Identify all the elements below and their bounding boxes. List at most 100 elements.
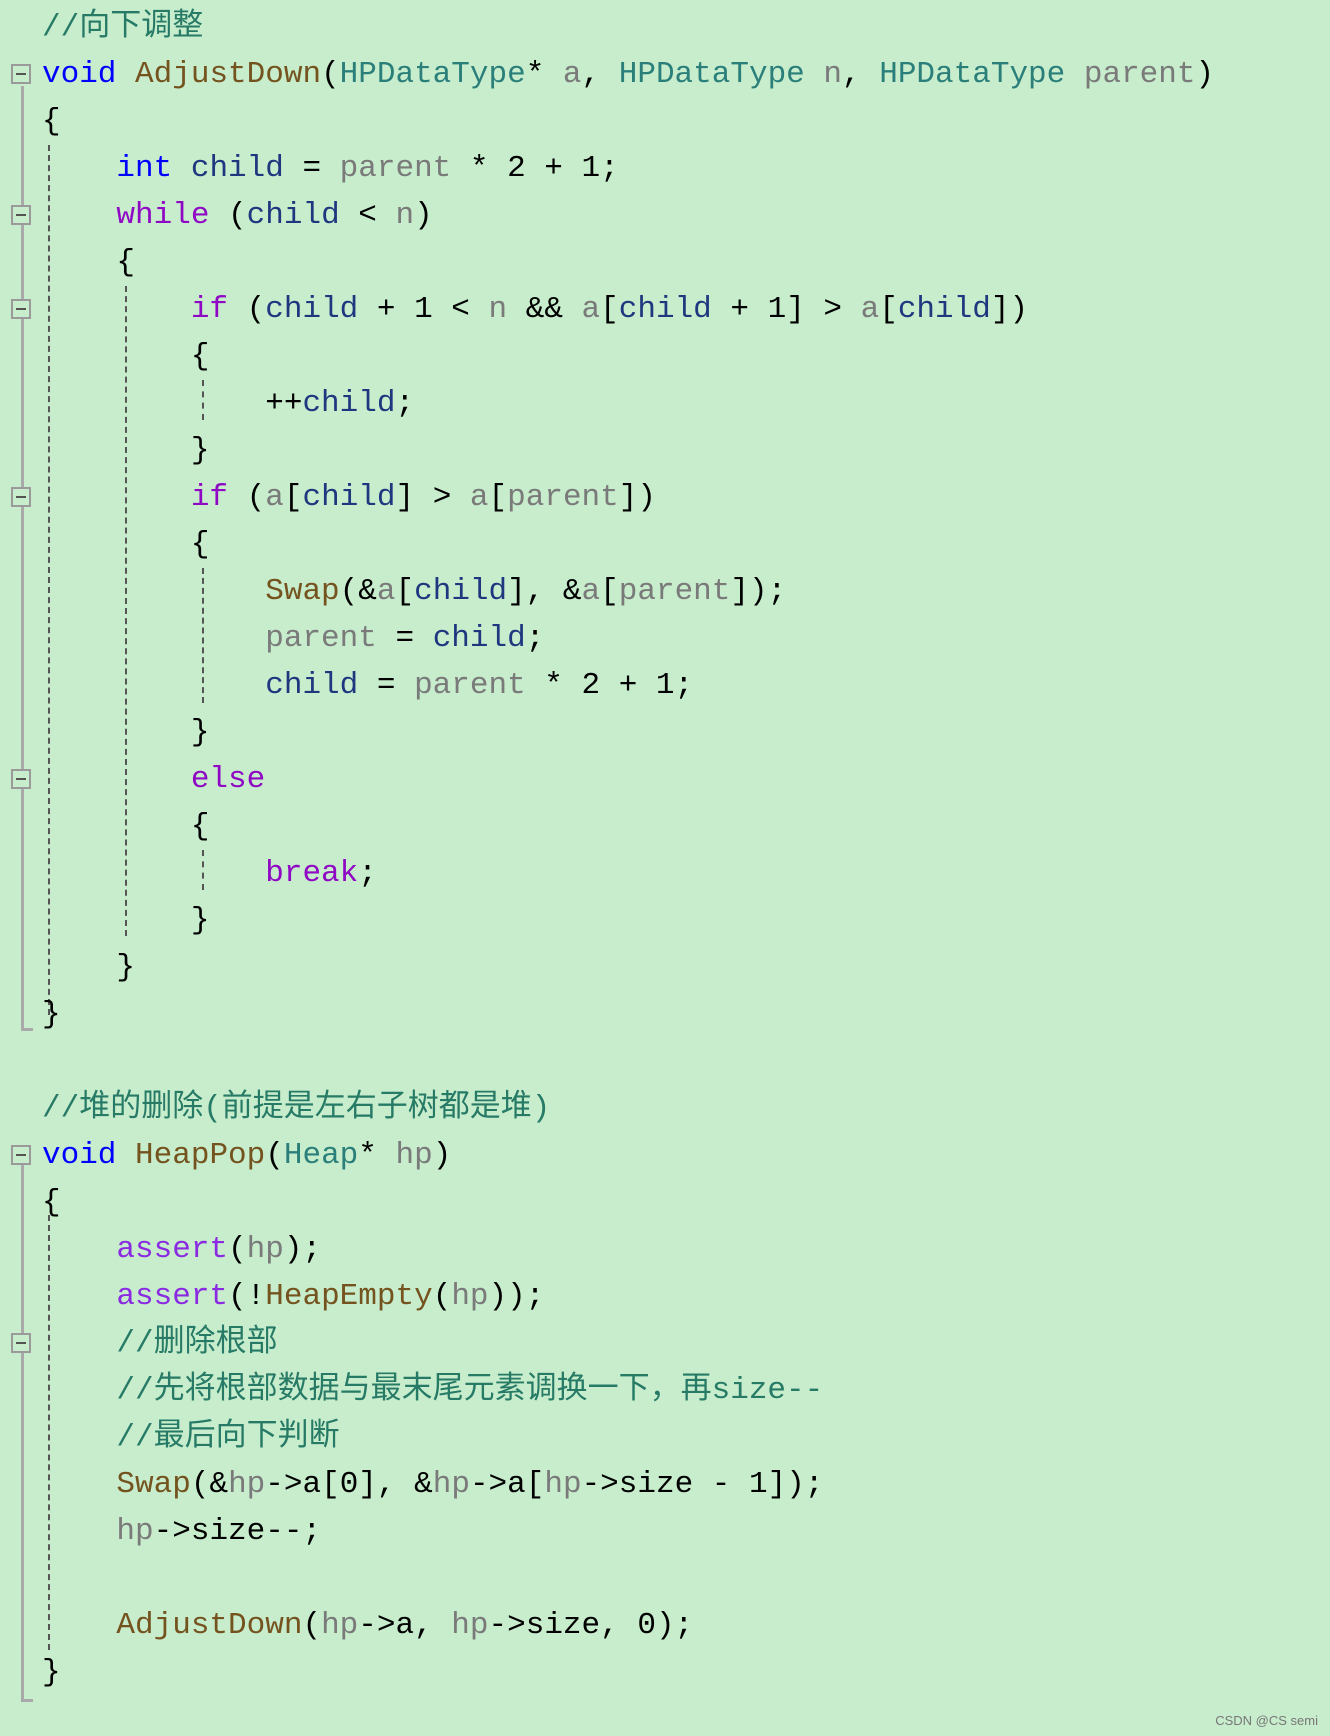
token-p [42,151,116,186]
code-line[interactable]: //先将根部数据与最末尾元素调换一下，再size-- [42,1367,1214,1414]
code-line[interactable]: child = parent * 2 + 1; [42,662,1214,709]
token-p: } [42,997,61,1032]
token-loc: child [265,292,359,327]
code-line[interactable]: { [42,98,1214,145]
code-line[interactable]: ++child; [42,380,1214,427]
collapse-icon[interactable] [11,487,31,507]
code-line[interactable]: { [42,333,1214,380]
code-line[interactable]: hp->size--; [42,1508,1214,1555]
token-p: ( [228,292,266,327]
token-kw: void [42,57,117,92]
token-prm: a [265,480,284,515]
code-line[interactable] [42,1555,1214,1602]
code-line[interactable]: { [42,803,1214,850]
code-line[interactable] [42,1038,1214,1085]
collapse-icon[interactable] [11,299,31,319]
token-p: ( [228,480,266,515]
code-line[interactable]: if (a[child] > a[parent]) [42,474,1214,521]
code-line[interactable]: assert(hp); [42,1226,1214,1273]
token-p: (& [190,1467,229,1502]
token-ctl: break [265,856,359,891]
token-p: , [842,57,880,92]
token-p: ( [209,198,247,233]
code-line[interactable]: } [42,427,1214,474]
code-line[interactable]: } [42,944,1214,991]
code-line[interactable]: } [42,1649,1214,1696]
code-line[interactable]: if (child + 1 < n && a[child + 1] > a[ch… [42,286,1214,333]
code-line[interactable]: //最后向下判断 [42,1414,1214,1461]
token-p: } [42,1655,61,1690]
code-line[interactable]: int child = parent * 2 + 1; [42,145,1214,192]
collapse-icon[interactable] [11,205,31,225]
token-p: (& [339,574,377,609]
code-line[interactable]: } [42,709,1214,756]
code-line[interactable]: //堆的删除(前提是左右子树都是堆) [42,1085,1214,1132]
code-line[interactable]: Swap(&a[child], &a[parent]); [42,568,1214,615]
token-p [42,668,265,703]
outline-bar [21,86,24,1030]
token-loc: child [265,668,359,703]
outline-end-tick [21,1028,33,1031]
code-line[interactable]: else [42,756,1214,803]
code-line[interactable]: Swap(&hp->a[0], &hp->a[hp->size - 1]); [42,1461,1214,1508]
code-line[interactable]: void HeapPop(Heap* hp) [42,1132,1214,1179]
token-p: ; [358,856,377,891]
token-prm: a [581,574,601,609]
token-p: ( [302,1608,322,1643]
code-line[interactable]: { [42,1179,1214,1226]
token-p [42,1420,116,1455]
token-fn: HeapEmpty [265,1279,433,1314]
token-p: ] > [395,480,470,515]
token-prm: hp [246,1232,284,1267]
token-p: * 2 + 1; [451,151,619,186]
token-prm: parent [618,574,731,609]
token-p [42,292,191,327]
token-p: , [581,57,619,92]
token-p: { [42,809,210,844]
code-line[interactable]: { [42,239,1214,286]
token-p: ->a[ [469,1467,545,1502]
token-loc: child [618,292,712,327]
token-p: )); [488,1279,545,1314]
token-prm: n [395,198,415,233]
token-p: ; [395,386,415,421]
code-line[interactable]: AdjustDown(hp->a, hp->size, 0); [42,1602,1214,1649]
token-p: [ [600,574,619,609]
code-line[interactable]: } [42,897,1214,944]
code-line[interactable]: void AdjustDown(HPDataType* a, HPDataTyp… [42,51,1214,98]
token-prm: n [823,57,842,92]
collapse-icon[interactable] [11,769,31,789]
collapse-icon[interactable] [11,1333,31,1353]
token-p: ->size--; [153,1514,322,1549]
token-p: ( [321,57,340,92]
code-line[interactable]: //向下调整 [42,4,1214,51]
token-kw: void [42,1138,117,1173]
token-cm: //向下调整 [42,10,204,45]
code-line[interactable]: parent = child; [42,615,1214,662]
token-prm: n [488,292,508,327]
token-p [116,57,135,92]
code-line[interactable]: { [42,521,1214,568]
token-p: ->a[0], & [265,1467,433,1502]
code-line[interactable]: assert(!HeapEmpty(hp)); [42,1273,1214,1320]
collapse-icon[interactable] [11,64,31,84]
outline-end-tick [21,1699,33,1702]
token-p: ++ [42,386,303,421]
code-editor[interactable]: //向下调整 void AdjustDown(HPDataType* a, HPD… [42,4,1214,1696]
token-fn: Swap [265,574,340,609]
token-ctl: while [116,198,210,233]
token-ty: HPDataType [879,57,1066,92]
token-p: { [42,527,210,562]
token-p: ]); [730,574,787,609]
token-prm: parent [265,621,377,656]
token-p: } [42,903,210,938]
token-prm: hp [451,1279,489,1314]
code-line[interactable]: break; [42,850,1214,897]
code-line[interactable]: } [42,991,1214,1038]
token-p: ) [1195,57,1215,92]
token-p [42,1514,116,1549]
token-p: + 1 < [358,292,489,327]
collapse-icon[interactable] [11,1145,31,1165]
code-line[interactable]: while (child < n) [42,192,1214,239]
code-line[interactable]: //删除根部 [42,1320,1214,1367]
